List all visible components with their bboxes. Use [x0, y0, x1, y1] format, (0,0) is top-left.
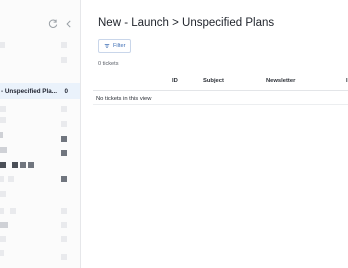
blurred-view-count: [61, 121, 67, 127]
column-header-subject[interactable]: Subject: [203, 78, 224, 84]
filter-button[interactable]: Filter: [98, 39, 132, 53]
sidebar-item-active-view[interactable]: - Unspecified Pla... 0: [0, 83, 80, 99]
blurred-view-count: [61, 57, 67, 63]
blurred-view-count: [61, 236, 67, 242]
blurred-view-item: [28, 162, 34, 168]
blurred-view-item: [0, 222, 8, 228]
blurred-view-count: [61, 42, 67, 48]
page-title: New - Launch > Unspecified Plans: [98, 17, 275, 29]
blurred-view-count: [61, 136, 67, 142]
empty-state-message: No tickets in this view: [96, 96, 152, 102]
blurred-view-count: [61, 176, 67, 182]
active-view-label: - Unspecified Pla...: [1, 87, 57, 95]
blurred-view-count: [61, 208, 67, 214]
blurred-view-item: [0, 236, 6, 242]
blurred-view-item: [12, 162, 18, 168]
blurred-view-item: [20, 162, 26, 168]
filter-label: Filter: [113, 43, 126, 49]
blurred-view-item: [0, 147, 7, 153]
blurred-view-item: [0, 132, 3, 138]
filter-icon: [104, 44, 110, 48]
blurred-view-item: [0, 176, 4, 182]
blurred-view-item: [0, 191, 6, 197]
blurred-view-item: [0, 250, 4, 256]
chevron-left-icon[interactable]: [64, 19, 74, 29]
blurred-view-item: [8, 176, 14, 182]
row-divider: [93, 104, 348, 105]
blurred-view-item: [0, 117, 6, 123]
active-view-count: 0: [64, 87, 68, 95]
main-panel: New - Launch > Unspecified Plans Filter …: [81, 0, 348, 268]
refresh-icon[interactable]: [48, 19, 58, 29]
blurred-view-item: [10, 208, 16, 214]
blurred-view-item: [0, 42, 5, 48]
column-header-newsletter[interactable]: Newsletter: [266, 78, 295, 84]
blurred-view-item: [0, 106, 6, 112]
ticket-count: 0 tickets: [98, 61, 119, 67]
views-sidebar: - Unspecified Pla... 0: [0, 0, 81, 268]
table-header: ID Subject Newsletter I: [93, 72, 348, 91]
blurred-view-count: [61, 222, 67, 228]
blurred-view-item: [0, 162, 6, 168]
blurred-view-item: [0, 208, 4, 214]
blurred-view-count: [61, 106, 67, 112]
blurred-view-count: [61, 254, 67, 260]
sidebar-toolbar: [48, 19, 74, 29]
column-header-truncated[interactable]: I: [346, 78, 348, 84]
blurred-view-count: [61, 150, 67, 156]
column-header-id[interactable]: ID: [172, 78, 178, 84]
